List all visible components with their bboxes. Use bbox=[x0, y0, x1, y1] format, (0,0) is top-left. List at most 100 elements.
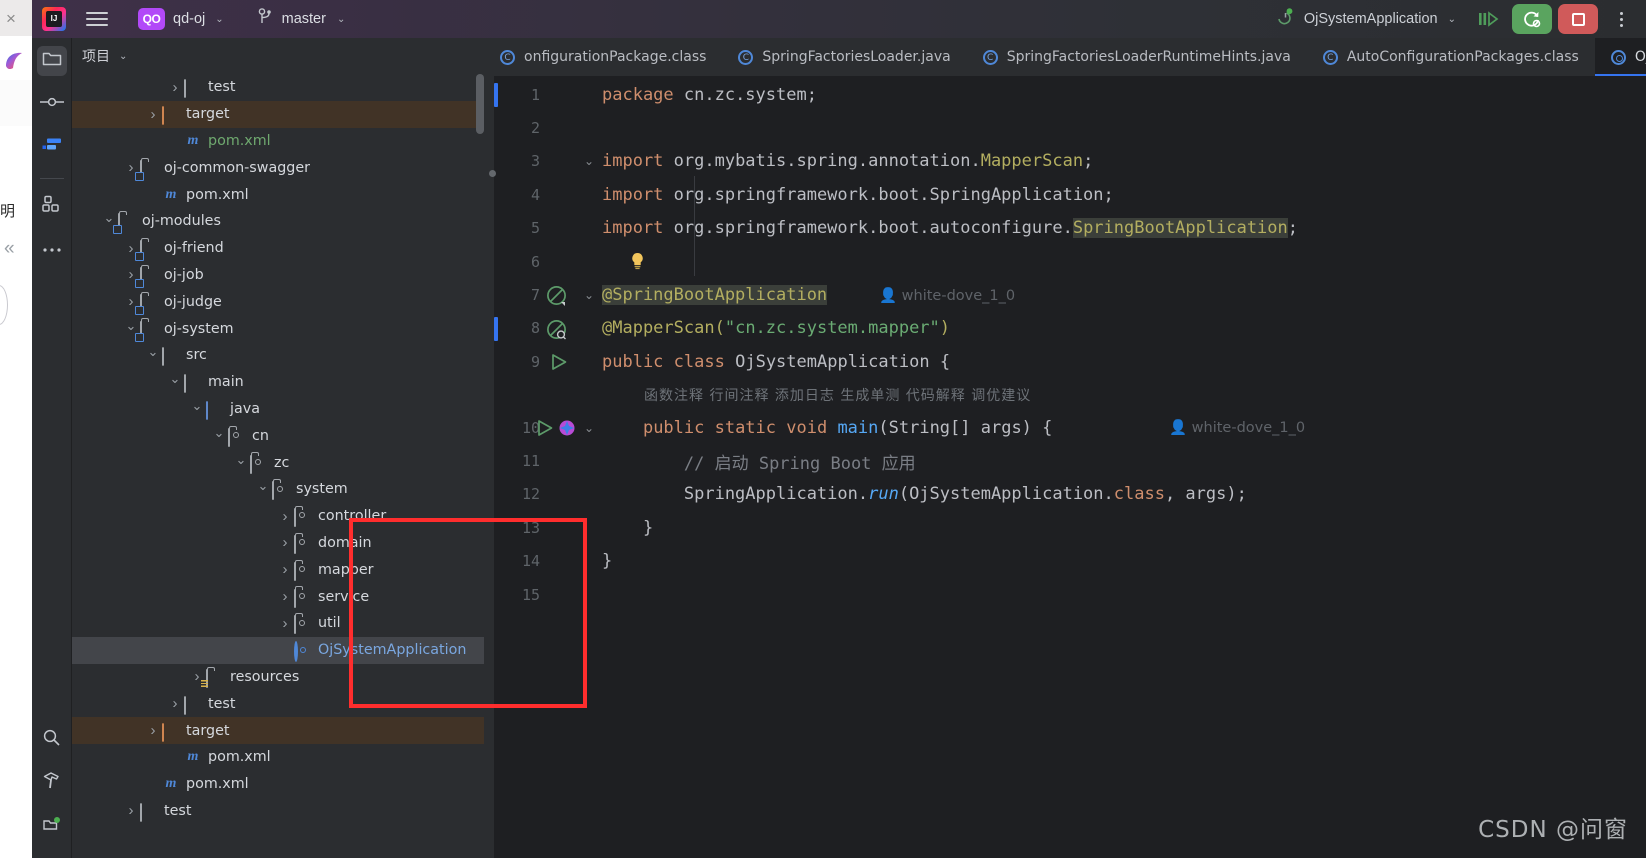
expand-toggle-icon[interactable] bbox=[278, 615, 292, 632]
code-line-4[interactable]: 4 import org.springframework.boot.SpringA… bbox=[484, 170, 1646, 211]
code-line-11[interactable]: 11 // 启动 Spring Boot 应用 bbox=[484, 444, 1646, 477]
tree-row-util[interactable]: util bbox=[72, 610, 484, 637]
tree-row-target[interactable]: target bbox=[72, 717, 484, 744]
sidebar-item-build[interactable] bbox=[37, 768, 67, 798]
tree-row-oj-common-swagger[interactable]: oj-common-swagger bbox=[72, 154, 484, 181]
editor-tab-0[interactable]: onfigurationPackage.class bbox=[484, 38, 722, 76]
editor-tab-4[interactable]: Oj bbox=[1594, 38, 1646, 76]
code-line-15[interactable]: 15 bbox=[484, 578, 1646, 611]
project-selector-button[interactable]: QO qd-oj ⌄ bbox=[132, 5, 230, 33]
spring-bean-search-gutter-icon[interactable] bbox=[546, 319, 567, 345]
code-line-8[interactable]: 8 @MapperScan("cn.zc.system.mapper") bbox=[484, 312, 1646, 345]
collapse-chevron-icon[interactable]: « bbox=[4, 238, 15, 260]
sidebar-item-more[interactable] bbox=[37, 234, 67, 264]
tree-row-service[interactable]: service bbox=[72, 583, 484, 610]
project-panel-header[interactable]: 项目 ⌄ bbox=[72, 38, 484, 74]
tree-row-test[interactable]: test bbox=[72, 690, 484, 717]
tree-row-resources[interactable]: resources bbox=[72, 664, 484, 691]
expand-toggle-icon[interactable] bbox=[278, 508, 292, 525]
tree-row-oj-friend[interactable]: oj-friend bbox=[72, 235, 484, 262]
intention-bulb-icon[interactable] bbox=[630, 252, 645, 275]
collapse-toggle-icon[interactable] bbox=[234, 455, 248, 471]
code-line-7[interactable]: 7 ⌄ @SpringBootApplication 👤 white-dove_1_0 bbox=[484, 278, 1646, 311]
expand-toggle-icon[interactable] bbox=[278, 534, 292, 551]
code-line-10[interactable]: 10 ⌄ public static void main(String[] arg… bbox=[484, 411, 1646, 444]
tree-row-oj-system[interactable]: oj-system bbox=[72, 315, 484, 342]
main-menu-button[interactable] bbox=[78, 4, 116, 34]
code-line-2[interactable]: 2 bbox=[484, 111, 1646, 144]
sidebar-item-pull-requests[interactable] bbox=[37, 132, 67, 162]
tree-row-cn[interactable]: cn bbox=[72, 422, 484, 449]
run-configuration-selector[interactable]: OjSystemApplication ⌄ bbox=[1268, 4, 1464, 35]
code-line-13[interactable]: 13 } bbox=[484, 511, 1646, 544]
tree-row-target[interactable]: target bbox=[72, 100, 484, 128]
editor-tab-2[interactable]: SpringFactoriesLoaderRuntimeHints.java bbox=[967, 38, 1307, 76]
collapse-toggle-icon[interactable] bbox=[212, 428, 226, 444]
tree-row-src[interactable]: src bbox=[72, 342, 484, 369]
tree-row-oj-job[interactable]: oj-job bbox=[72, 262, 484, 289]
project-tree[interactable]: test target m pom.xml oj-common-swagger m pom.… bbox=[72, 74, 484, 858]
code-fold-toggle[interactable]: ⌄ bbox=[584, 421, 594, 435]
tree-row-domain[interactable]: domain bbox=[72, 530, 484, 557]
editor-tab-bar[interactable]: onfigurationPackage.class SpringFactories… bbox=[484, 38, 1646, 76]
code-line-9[interactable]: 9 public class OjSystemApplication { bbox=[484, 345, 1646, 378]
spring-bean-gutter-icon[interactable] bbox=[546, 285, 567, 311]
tree-row-pom-xml[interactable]: m pom.xml bbox=[72, 181, 484, 208]
ai-inlay-hints-row[interactable]: 函数注释 行间注释 添加日志 生成单测 代码解释 调优建议 bbox=[484, 378, 1646, 411]
tree-row-oj-modules[interactable]: oj-modules bbox=[72, 208, 484, 235]
code-line-12[interactable]: 12 SpringApplication.run(OjSystemApplica… bbox=[484, 478, 1646, 511]
stop-button[interactable] bbox=[1558, 4, 1598, 34]
tree-scrollbar-thumb[interactable] bbox=[476, 74, 484, 134]
expand-toggle-icon[interactable] bbox=[168, 79, 182, 96]
sidebar-item-project[interactable] bbox=[36, 46, 67, 76]
tree-row-system[interactable]: system bbox=[72, 476, 484, 503]
close-icon[interactable]: × bbox=[0, 8, 22, 30]
ai-inlay-hints[interactable]: 函数注释 行间注释 添加日志 生成单测 代码解释 调优建议 bbox=[644, 385, 1031, 405]
branch-selector-button[interactable]: master ⌄ bbox=[252, 5, 352, 33]
expand-toggle-icon[interactable] bbox=[278, 588, 292, 605]
tree-row-pom-xml[interactable]: m pom.xml bbox=[72, 771, 484, 798]
sidebar-item-services[interactable] bbox=[37, 811, 67, 841]
code-line-6[interactable]: 6 bbox=[484, 245, 1646, 278]
code-line-14[interactable]: 14} bbox=[484, 545, 1646, 578]
expand-toggle-icon[interactable] bbox=[146, 106, 160, 123]
editor-tab-3[interactable]: AutoConfigurationPackages.class bbox=[1307, 38, 1595, 76]
code-editor[interactable]: 1 package cn.zc.system; 2 3 ⌄ import org.myba… bbox=[484, 76, 1646, 858]
tree-row-mapper[interactable]: mapper bbox=[72, 556, 484, 583]
tree-row-java[interactable]: java bbox=[72, 396, 484, 423]
tree-row-ojsystemapplication[interactable]: OjSystemApplication bbox=[72, 636, 484, 664]
rerun-button[interactable] bbox=[1512, 4, 1552, 34]
run-gutter-icon[interactable] bbox=[550, 353, 568, 376]
code-line-1[interactable]: 1 package cn.zc.system; bbox=[484, 78, 1646, 111]
sidebar-item-commit[interactable] bbox=[37, 89, 67, 119]
sidebar-item-structure[interactable] bbox=[37, 191, 67, 221]
expand-toggle-icon[interactable] bbox=[124, 802, 138, 819]
tree-row-test[interactable]: test bbox=[72, 798, 484, 825]
chevron-down-icon[interactable]: ⌄ bbox=[119, 51, 127, 62]
ai-assistant-gutter-icon[interactable] bbox=[558, 419, 576, 442]
tree-row-zc[interactable]: zc bbox=[72, 449, 484, 476]
tree-row-pom-xml[interactable]: m pom.xml bbox=[72, 128, 484, 155]
expand-toggle-icon[interactable] bbox=[278, 561, 292, 578]
sidebar-item-search[interactable] bbox=[37, 725, 67, 755]
collapse-toggle-icon[interactable] bbox=[168, 374, 182, 390]
tree-row-oj-judge[interactable]: oj-judge bbox=[72, 288, 484, 315]
expand-toggle-icon[interactable] bbox=[168, 695, 182, 712]
code-fold-toggle[interactable]: ⌄ bbox=[584, 154, 594, 168]
intellij-logo-icon[interactable] bbox=[42, 7, 66, 31]
code-line-5[interactable]: 5 import org.springframework.boot.autocon… bbox=[484, 212, 1646, 245]
debug-button[interactable] bbox=[1470, 4, 1506, 34]
editor-tab-1[interactable]: SpringFactoriesLoader.java bbox=[722, 38, 966, 76]
code-fold-toggle[interactable]: ⌄ bbox=[584, 288, 594, 302]
tree-row-main[interactable]: main bbox=[72, 369, 484, 396]
collapse-toggle-icon[interactable] bbox=[256, 481, 270, 497]
tree-row-pom-xml[interactable]: m pom.xml bbox=[72, 744, 484, 771]
collapse-toggle-icon[interactable] bbox=[190, 401, 204, 417]
code-line-3[interactable]: 3 ⌄ import org.mybatis.spring.annotation.M… bbox=[484, 145, 1646, 178]
more-actions-button[interactable] bbox=[1606, 4, 1636, 34]
collapse-toggle-icon[interactable] bbox=[146, 347, 160, 363]
run-gutter-icon[interactable] bbox=[536, 419, 554, 442]
tree-row-controller[interactable]: controller bbox=[72, 503, 484, 530]
tree-row-test[interactable]: test bbox=[72, 74, 484, 101]
expand-toggle-icon[interactable] bbox=[146, 722, 160, 739]
